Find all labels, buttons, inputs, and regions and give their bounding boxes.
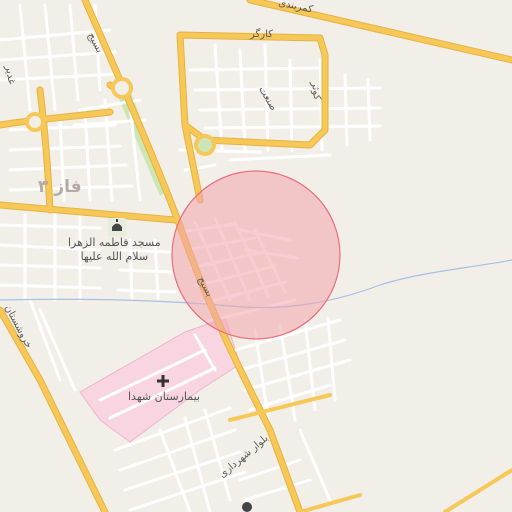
poi-icon — [242, 502, 252, 512]
mosque-label-line2: سلام الله علیها — [80, 250, 149, 263]
street-label-kargar: کارگر — [250, 29, 273, 40]
district-label: فاز ۳ — [38, 177, 82, 197]
area-highlight-circle — [171, 170, 341, 340]
mosque-label[interactable]: مسجد فاطمه الزهرا سلام الله علیها — [68, 236, 161, 264]
street-label-kowsar: کوثر — [308, 81, 323, 101]
mosque-icon — [108, 218, 126, 236]
hospital-label[interactable]: بیمارستان شهدا — [128, 391, 200, 402]
mosque-label-line1: مسجد فاطمه الزهرا — [68, 236, 161, 249]
street-label-ghadir: غدیر — [2, 64, 17, 86]
map-canvas[interactable]: کمربندی کارگر صنعت کوثر غدیر بسیج بسیج خ… — [0, 0, 512, 512]
